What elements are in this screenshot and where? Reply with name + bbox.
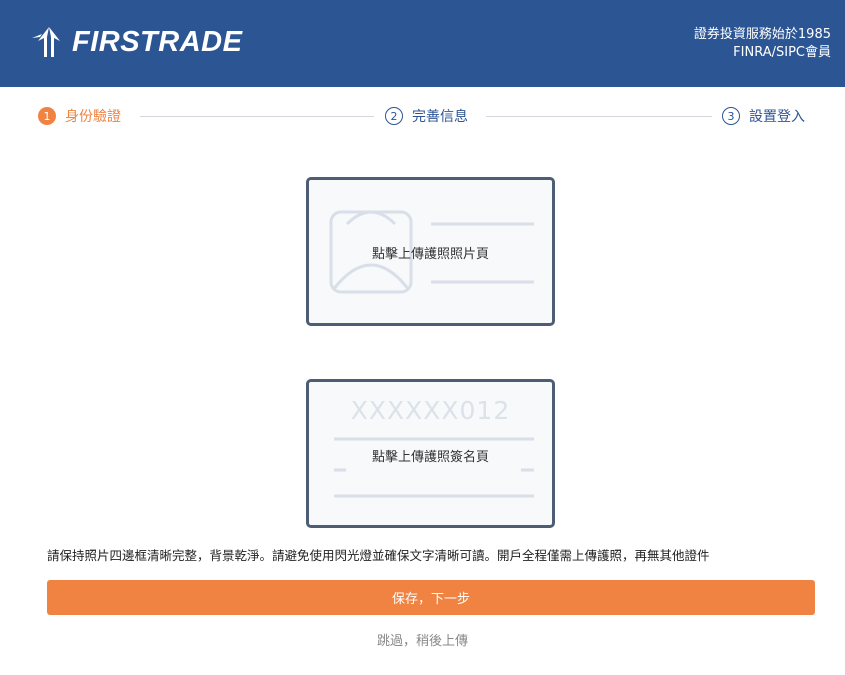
logo-arrow-icon [32, 27, 60, 57]
step-label: 設置登入 [749, 109, 805, 125]
step-connector [140, 116, 374, 117]
upload-signature-page-label: 點擊上傳護照簽名頁 [371, 450, 489, 465]
step-label: 身份驗證 [65, 109, 121, 125]
step-identity-verification: 1 身份驗證 [38, 103, 121, 129]
upload-passport-signature-page[interactable]: XXXXXX012 點擊上傳護照簽名頁 [306, 379, 555, 528]
save-next-button[interactable]: 保存，下一步 [47, 580, 815, 615]
progress-steps: 1 身份驗證 2 完善信息 3 設置登入 [38, 103, 816, 129]
upload-instructions: 請保持照片四邊框清晰完整，背景乾淨。請避免使用閃光燈並確保文字清晰可讀。開戶全程… [47, 548, 710, 563]
logo-text: FIRSTRADE [72, 26, 243, 58]
step-number-badge: 3 [722, 107, 740, 125]
step-connector [486, 116, 712, 117]
tagline-since: 證券投資服務始於1985 [693, 27, 831, 42]
page: FIRSTRADE 證券投資服務始於1985 FINRA/SIPC會員 1 身份… [0, 0, 845, 675]
upload-photo-page-label: 點擊上傳護照照片頁 [371, 247, 489, 262]
skip-upload-later-link[interactable]: 跳過，稍後上傳 [0, 630, 845, 649]
step-label: 完善信息 [412, 109, 468, 125]
step-complete-info: 2 完善信息 [385, 103, 468, 129]
step-number-badge: 1 [38, 107, 56, 125]
passport-serial-placeholder: XXXXXX012 [350, 396, 511, 425]
header-tagline: 證券投資服務始於1985 FINRA/SIPC會員 [694, 26, 831, 62]
header: FIRSTRADE 證券投資服務始於1985 FINRA/SIPC會員 [0, 0, 845, 87]
tagline-membership: FINRA/SIPC會員 [733, 45, 831, 60]
firstrade-logo[interactable]: FIRSTRADE [32, 24, 242, 60]
step-number-badge: 2 [385, 107, 403, 125]
upload-passport-photo-page[interactable]: 點擊上傳護照照片頁 [306, 177, 555, 326]
step-set-login: 3 設置登入 [722, 103, 805, 129]
